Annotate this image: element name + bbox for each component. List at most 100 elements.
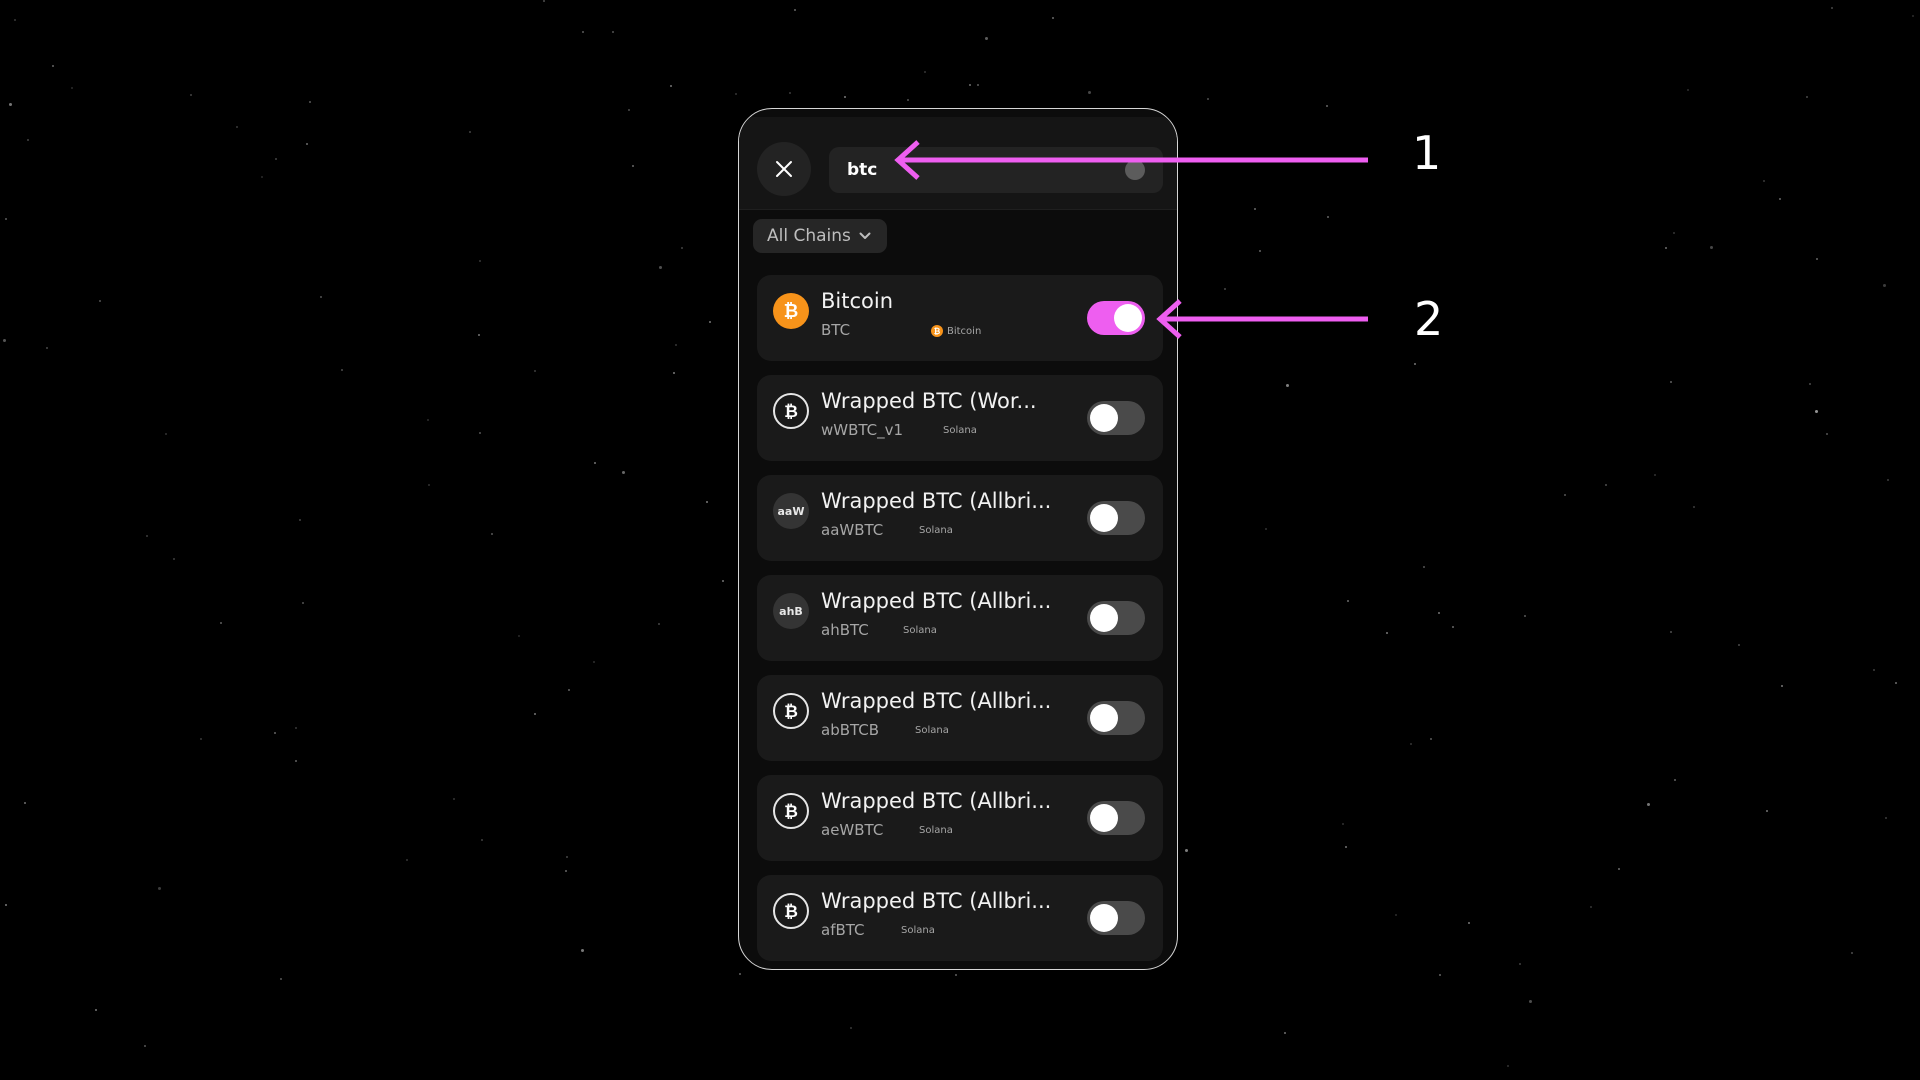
star-dot xyxy=(220,622,222,624)
star-dot xyxy=(1665,247,1667,249)
star-dot xyxy=(1395,914,1397,916)
star-dot xyxy=(236,126,238,128)
token-chain-label: Solana xyxy=(903,625,937,636)
star-dot xyxy=(478,334,480,336)
star-dot xyxy=(27,139,29,141)
token-row[interactable]: ₿ Wrapped BTC (Allbri... abBTCB Solana xyxy=(757,675,1163,761)
token-toggle[interactable] xyxy=(1087,501,1145,535)
token-toggle[interactable] xyxy=(1087,401,1145,435)
toggle-knob xyxy=(1090,904,1118,932)
star-dot xyxy=(1254,208,1256,210)
token-symbol: aeWBTC xyxy=(821,821,884,839)
token-chain: Solana xyxy=(915,725,949,736)
token-chain-label: Solana xyxy=(919,525,953,536)
token-row[interactable]: ahB Wrapped BTC (Allbri... ahBTC Solana xyxy=(757,575,1163,661)
star-dot xyxy=(1687,89,1689,91)
star-dot xyxy=(568,689,570,691)
token-symbol: afBTC xyxy=(821,921,865,939)
token-chain: Solana xyxy=(943,425,977,436)
toggle-knob xyxy=(1090,804,1118,832)
star-dot xyxy=(99,300,101,302)
star-dot xyxy=(71,87,73,89)
star-dot xyxy=(1673,232,1675,234)
star-dot xyxy=(5,218,7,220)
token-toggle[interactable] xyxy=(1087,901,1145,935)
star-dot xyxy=(1286,384,1289,387)
star-dot xyxy=(1529,1000,1532,1003)
token-row[interactable]: aaW Wrapped BTC (Allbri... aaWBTC Solana xyxy=(757,475,1163,561)
token-row[interactable]: ₿ Wrapped BTC (Allbri... aeWBTC Solana xyxy=(757,775,1163,861)
token-row[interactable]: ₿ Bitcoin BTC ₿ Bitcoin xyxy=(757,275,1163,361)
star-dot xyxy=(543,0,545,2)
star-dot xyxy=(479,432,481,434)
token-toggle[interactable] xyxy=(1087,701,1145,735)
star-dot xyxy=(1693,506,1695,508)
token-name: Bitcoin xyxy=(821,289,894,313)
star-dot xyxy=(534,370,536,372)
svg-text:₿: ₿ xyxy=(784,402,798,422)
star-dot xyxy=(1414,363,1416,365)
star-dot xyxy=(1265,528,1267,530)
token-symbol: wWBTC_v1 xyxy=(821,421,904,439)
star-dot xyxy=(673,372,675,374)
token-name: Wrapped BTC (Allbri... xyxy=(821,689,1052,713)
search-header xyxy=(739,117,1177,210)
token-row[interactable]: ₿ Wrapped BTC (Allbri... afBTC Solana xyxy=(757,875,1163,961)
token-chain: Solana xyxy=(919,525,953,536)
star-dot xyxy=(1410,743,1412,745)
close-button[interactable] xyxy=(757,142,811,196)
star-dot xyxy=(1779,198,1781,200)
star-dot xyxy=(1851,952,1853,954)
token-toggle[interactable] xyxy=(1087,301,1145,335)
star-dot xyxy=(955,974,957,976)
star-dot xyxy=(612,31,614,33)
star-dot xyxy=(850,1027,852,1029)
star-dot xyxy=(406,859,408,861)
star-dot xyxy=(481,839,483,841)
star-dot xyxy=(518,635,520,637)
star-dot xyxy=(3,339,6,342)
star-dot xyxy=(309,101,311,103)
toggle-knob xyxy=(1090,604,1118,632)
star-dot xyxy=(1326,105,1328,107)
search-input[interactable] xyxy=(847,160,1125,180)
token-row[interactable]: ₿ Wrapped BTC (Wor... wWBTC_v1 Solana xyxy=(757,375,1163,461)
star-dot xyxy=(5,904,7,906)
star-dot xyxy=(299,519,301,521)
bitcoin-icon: ₿ xyxy=(773,293,809,329)
token-name: Wrapped BTC (Allbri... xyxy=(821,489,1052,513)
star-dot xyxy=(9,103,12,106)
star-dot xyxy=(1564,494,1566,496)
bitcoin-outline-icon: ₿ xyxy=(773,693,809,729)
star-dot xyxy=(261,176,263,178)
token-logo: ahB xyxy=(773,593,809,629)
token-toggle[interactable] xyxy=(1087,601,1145,635)
star-dot xyxy=(706,501,708,503)
star-dot xyxy=(1342,823,1344,825)
token-symbol: aaWBTC xyxy=(821,521,884,539)
token-logo-text: ahB xyxy=(779,604,803,618)
star-dot xyxy=(173,558,175,560)
bitcoin-chain-icon: ₿ xyxy=(931,325,943,337)
star-dot xyxy=(1284,1032,1286,1034)
star-dot xyxy=(844,96,846,98)
star-dot xyxy=(1883,284,1886,287)
star-dot xyxy=(565,870,567,872)
star-dot xyxy=(1605,484,1607,486)
search-box[interactable] xyxy=(829,147,1163,193)
clear-search-icon[interactable] xyxy=(1125,160,1145,180)
token-name: Wrapped BTC (Allbri... xyxy=(821,889,1052,913)
star-dot xyxy=(1618,868,1620,870)
star-dot xyxy=(1766,810,1768,812)
star-dot xyxy=(144,1045,146,1047)
star-dot xyxy=(566,856,568,858)
star-dot xyxy=(709,321,711,323)
star-dot xyxy=(658,623,660,625)
token-logo: aaW xyxy=(773,493,809,529)
svg-text:₿: ₿ xyxy=(784,802,798,822)
star-dot xyxy=(190,94,192,96)
star-dot xyxy=(14,19,16,21)
star-dot xyxy=(582,31,584,33)
chain-filter-dropdown[interactable]: All Chains xyxy=(753,219,887,253)
token-toggle[interactable] xyxy=(1087,801,1145,835)
